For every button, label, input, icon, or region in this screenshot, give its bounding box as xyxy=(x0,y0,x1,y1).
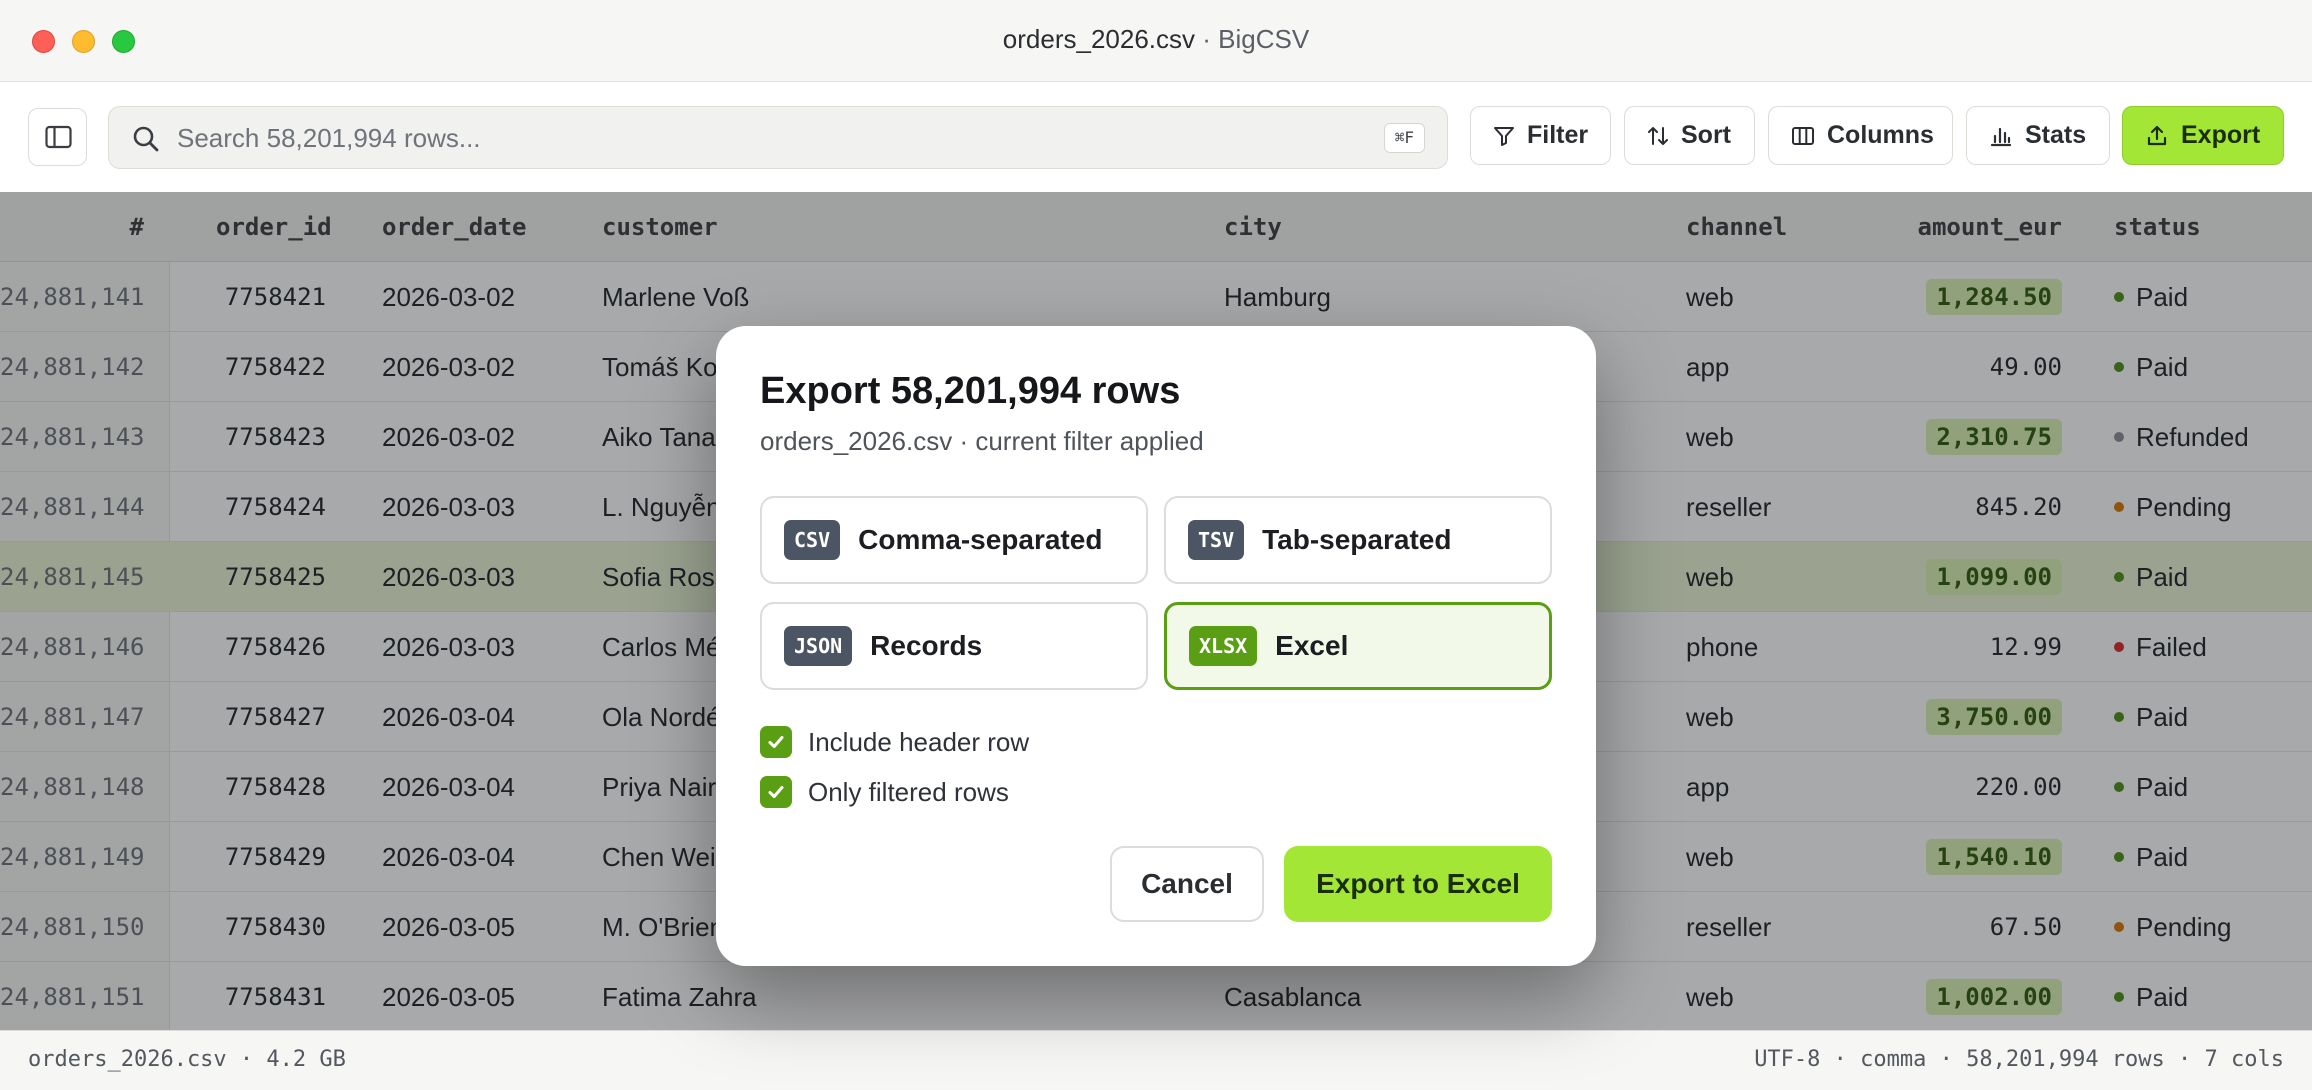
format-label: Tab-separated xyxy=(1262,524,1452,555)
format-tag: JSON xyxy=(784,626,853,666)
format-tag: CSV xyxy=(784,520,841,560)
columns-button-label: Columns xyxy=(1827,121,1934,149)
include-header-label: Include header row xyxy=(808,726,1030,757)
toolbar: ⌘F Filter Sort Columns Stats Export xyxy=(0,82,2312,192)
cancel-button[interactable]: Cancel xyxy=(1110,846,1264,922)
export-button-label: Export xyxy=(2181,121,2261,149)
sort-icon xyxy=(1648,126,1668,145)
format-option-json[interactable]: JSON Records xyxy=(760,602,1148,690)
export-button[interactable]: Export xyxy=(2122,106,2284,165)
format-option-xlsx[interactable]: XLSX Excel xyxy=(1164,602,1552,690)
format-option-tsv[interactable]: TSV Tab-separated xyxy=(1164,496,1552,584)
checkmark-icon xyxy=(760,776,792,808)
format-tag: XLSX xyxy=(1189,626,1258,666)
filter-icon xyxy=(1494,126,1514,146)
export-to-excel-button[interactable]: Export to Excel xyxy=(1284,846,1552,922)
window-title-file: orders_2026.csv xyxy=(1002,24,1196,54)
dialog-title: Export 58,201,994 rows xyxy=(760,370,1181,412)
dialog-subtitle: orders_2026.csv · current filter applied xyxy=(760,426,1204,456)
columns-icon xyxy=(1792,126,1814,145)
status-encoding-info: UTF-8 · comma · 58,201,994 rows · 7 cols xyxy=(1754,1047,2284,1072)
filter-button[interactable]: Filter xyxy=(1470,106,1611,165)
sort-button[interactable]: Sort xyxy=(1624,106,1755,165)
toggle-sidebar-button[interactable] xyxy=(28,108,87,166)
sidebar-icon xyxy=(45,125,72,149)
status-bar: orders_2026.csv · 4.2 GB UTF-8 · comma ·… xyxy=(0,1030,2312,1090)
search-box[interactable]: ⌘F xyxy=(108,106,1448,169)
checkmark-icon xyxy=(760,726,792,758)
window-title: orders_2026.csv · BigCSV xyxy=(0,24,2312,55)
export-dialog: Export 58,201,994 rows orders_2026.csv ·… xyxy=(716,326,1596,966)
format-label: Records xyxy=(870,630,983,661)
format-option-csv[interactable]: CSV Comma-separated xyxy=(760,496,1148,584)
bar-chart-icon xyxy=(1990,127,2012,146)
include-header-checkbox[interactable]: Include header row xyxy=(760,726,1029,758)
format-label: Excel xyxy=(1275,630,1349,661)
format-tag: TSV xyxy=(1188,520,1245,560)
only-filtered-label: Only filtered rows xyxy=(808,776,1009,807)
filter-button-label: Filter xyxy=(1527,121,1589,149)
window-title-separator: · xyxy=(1195,24,1219,54)
stats-button[interactable]: Stats xyxy=(1966,106,2110,165)
sort-button-label: Sort xyxy=(1681,121,1731,149)
window-title-app: BigCSV xyxy=(1218,24,1310,54)
search-input[interactable] xyxy=(177,117,1357,159)
search-icon xyxy=(133,126,159,152)
columns-button[interactable]: Columns xyxy=(1768,106,1953,165)
search-shortcut-badge: ⌘F xyxy=(1383,123,1425,153)
upload-icon xyxy=(2147,125,2167,145)
stats-button-label: Stats xyxy=(2025,121,2087,149)
format-label: Comma-separated xyxy=(858,524,1103,555)
status-file-info: orders_2026.csv · 4.2 GB xyxy=(28,1047,346,1072)
only-filtered-checkbox[interactable]: Only filtered rows xyxy=(760,776,1009,808)
title-bar: orders_2026.csv · BigCSV xyxy=(0,0,2312,82)
